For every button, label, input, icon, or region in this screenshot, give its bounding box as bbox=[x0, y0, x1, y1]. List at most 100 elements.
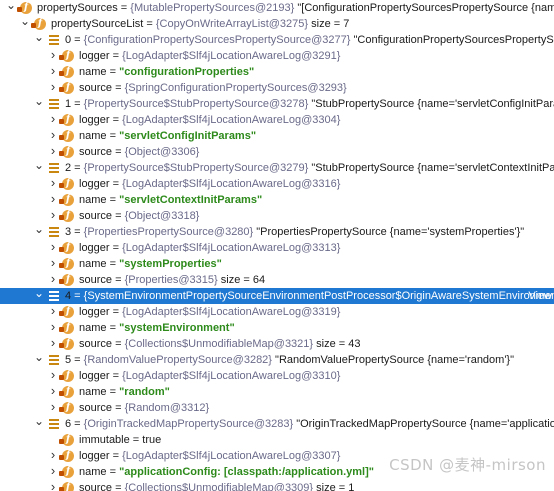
field-icon bbox=[59, 384, 74, 400]
tree-row[interactable]: ⌄ 6 = {OriginTrackedMapPropertySource@328… bbox=[0, 413, 554, 432]
tree-row[interactable]: › source = {Properties@3315} size = 64 bbox=[0, 271, 554, 288]
tree-row[interactable]: › logger = {LogAdapter$Slf4jLocationAware… bbox=[0, 175, 554, 192]
tree-row[interactable]: › name = "configurationProperties" bbox=[0, 63, 554, 80]
expand-arrow-icon[interactable]: › bbox=[48, 143, 58, 159]
tree-row[interactable]: ⌄ 5 = {RandomValuePropertySource@3282} "R… bbox=[0, 349, 554, 368]
value-description: "RandomValuePropertySource {name='random… bbox=[271, 354, 515, 366]
tree-row[interactable]: › name = "servletConfigInitParams" bbox=[0, 127, 554, 144]
view-link[interactable]: View bbox=[528, 288, 552, 304]
expand-arrow-icon[interactable]: › bbox=[48, 47, 58, 63]
tree-row[interactable]: ⌄ 1 = {PropertySource$StubPropertySource@… bbox=[0, 93, 554, 112]
equals-sign: = bbox=[117, 2, 131, 14]
equals-sign: = bbox=[112, 210, 125, 222]
expand-arrow-icon[interactable]: › bbox=[48, 239, 58, 255]
collapse-arrow-icon[interactable]: ⌄ bbox=[20, 13, 30, 29]
tree-row[interactable]: immutable = true bbox=[0, 432, 554, 448]
variables-tree[interactable]: ⌄ propertySources = {MutablePropertySourc… bbox=[0, 0, 554, 491]
expand-arrow-icon[interactable]: › bbox=[48, 191, 58, 207]
tree-row[interactable]: › logger = {LogAdapter$Slf4jLocationAware… bbox=[0, 367, 554, 384]
collapse-arrow-icon[interactable]: ⌄ bbox=[34, 221, 44, 237]
expand-arrow-icon[interactable]: › bbox=[48, 383, 58, 399]
collapse-arrow-icon[interactable]: ⌄ bbox=[34, 285, 44, 301]
value-description: size = 64 bbox=[217, 274, 266, 286]
expand-arrow-icon[interactable]: › bbox=[48, 207, 58, 223]
collapse-arrow-icon[interactable]: ⌄ bbox=[34, 157, 44, 173]
collapse-arrow-icon[interactable]: ⌄ bbox=[6, 0, 16, 13]
variable-name: source bbox=[79, 402, 113, 414]
tree-row[interactable]: › name = "systemEnvironment" bbox=[0, 319, 554, 336]
variable-name: name bbox=[79, 386, 107, 398]
tree-row[interactable]: ⌄ propertySources = {MutablePropertySourc… bbox=[0, 0, 554, 16]
expand-arrow-icon[interactable]: › bbox=[48, 399, 58, 415]
tree-row[interactable]: ⌄ 2 = {PropertySource$StubPropertySource@… bbox=[0, 157, 554, 176]
tree-row[interactable]: › source = {Collections$UnmodifiableMap@3… bbox=[0, 479, 554, 491]
tree-row[interactable]: › source = {Random@3312} bbox=[0, 399, 554, 416]
variable-name: name bbox=[79, 194, 107, 206]
tree-row[interactable]: › logger = {LogAdapter$Slf4jLocationAware… bbox=[0, 47, 554, 64]
tree-row[interactable]: › source = {Object@3318} bbox=[0, 207, 554, 224]
collapse-arrow-icon[interactable]: ⌄ bbox=[34, 93, 44, 109]
expand-arrow-icon[interactable]: › bbox=[48, 111, 58, 127]
tree-row[interactable]: › source = {Object@3306} bbox=[0, 143, 554, 160]
expand-arrow-icon[interactable]: › bbox=[48, 303, 58, 319]
field-icon bbox=[59, 336, 74, 352]
equals-sign: = bbox=[106, 322, 120, 334]
tree-row[interactable]: ⌄ propertySourceList = {CopyOnWriteArrayL… bbox=[0, 13, 554, 32]
value-description: "OriginTrackedMapPropertySource {name='a… bbox=[296, 418, 554, 430]
field-icon bbox=[59, 64, 74, 80]
variable-name: name bbox=[79, 130, 107, 142]
variable-name: logger bbox=[79, 306, 110, 318]
variable-value: {PropertiesPropertySource@3280} bbox=[83, 226, 254, 238]
tree-row[interactable]: › logger = {LogAdapter$Slf4jLocationAware… bbox=[0, 239, 554, 256]
value-description: size = 43 bbox=[313, 338, 361, 350]
tree-row[interactable]: › source = {Collections$UnmodifiableMap@3… bbox=[0, 335, 554, 352]
expand-arrow-icon[interactable]: › bbox=[48, 79, 58, 95]
expand-arrow-icon[interactable]: › bbox=[48, 175, 58, 191]
field-icon bbox=[59, 304, 74, 320]
collapse-arrow-icon[interactable]: ⌄ bbox=[34, 413, 44, 429]
tree-row[interactable]: › name = "systemProperties" bbox=[0, 255, 554, 272]
field-icon bbox=[59, 256, 74, 272]
variable-name: immutable bbox=[79, 434, 130, 446]
tree-row[interactable]: › name = "random" bbox=[0, 383, 554, 400]
equals-sign: = bbox=[112, 482, 125, 491]
expand-arrow-icon[interactable]: › bbox=[48, 479, 58, 491]
variable-value: {SystemEnvironmentPropertySourceEnvironm… bbox=[83, 290, 554, 302]
tree-row[interactable]: ⌄ 3 = {PropertiesPropertySource@3280} "Pr… bbox=[0, 221, 554, 240]
expand-arrow-icon[interactable]: › bbox=[48, 319, 58, 335]
string-value: "configurationProperties" bbox=[119, 66, 255, 78]
row-text: source = {Collections$UnmodifiableMap@33… bbox=[79, 336, 360, 352]
variable-name: source bbox=[79, 274, 113, 286]
tree-row[interactable]: ⌄ 0 = {ConfigurationPropertySourcesProper… bbox=[0, 29, 554, 48]
value-description: "StubPropertySource {name='servletContex… bbox=[311, 162, 554, 174]
field-icon bbox=[59, 464, 74, 480]
expand-arrow-icon[interactable]: › bbox=[48, 255, 58, 271]
tree-row[interactable]: › source = {SpringConfigurationPropertySo… bbox=[0, 79, 554, 96]
tree-row[interactable]: › name = "servletContextInitParams" bbox=[0, 191, 554, 208]
expand-arrow-icon[interactable]: › bbox=[48, 367, 58, 383]
variable-value: {Object@3306} bbox=[124, 146, 200, 158]
variable-value: {Collections$UnmodifiableMap@3309} bbox=[124, 482, 314, 491]
collapse-arrow-icon[interactable]: ⌄ bbox=[34, 29, 44, 45]
field-icon bbox=[59, 208, 74, 224]
row-text: source = {Properties@3315} size = 64 bbox=[79, 272, 265, 288]
tree-row[interactable]: ⌄ 4 = {SystemEnvironmentPropertySourceEnv… bbox=[0, 285, 554, 304]
variable-value: {CopyOnWriteArrayList@3275} bbox=[155, 18, 309, 30]
expand-arrow-icon[interactable]: › bbox=[48, 63, 58, 79]
variable-value: {Collections$UnmodifiableMap@3321} bbox=[124, 338, 314, 350]
collapse-arrow-icon[interactable]: ⌄ bbox=[34, 349, 44, 365]
expand-arrow-icon[interactable]: › bbox=[48, 271, 58, 287]
expand-arrow-icon[interactable]: › bbox=[48, 463, 58, 479]
row-text: source = {Object@3306} bbox=[79, 144, 199, 160]
string-value: "applicationConfig: [classpath:/applicat… bbox=[119, 466, 374, 478]
equals-sign: = bbox=[109, 370, 123, 382]
expand-arrow-icon[interactable]: › bbox=[48, 127, 58, 143]
tree-row[interactable]: › logger = {LogAdapter$Slf4jLocationAware… bbox=[0, 111, 554, 128]
tree-row[interactable]: › logger = {LogAdapter$Slf4jLocationAware… bbox=[0, 303, 554, 320]
field-icon bbox=[59, 112, 74, 128]
expand-arrow-icon[interactable]: › bbox=[48, 335, 58, 351]
expand-arrow-icon[interactable]: › bbox=[48, 447, 58, 463]
value-description: "StubPropertySource {name='servletConfig… bbox=[311, 98, 554, 110]
field-icon bbox=[59, 272, 74, 288]
row-text: logger = {LogAdapter$Slf4jLocationAwareL… bbox=[79, 448, 340, 464]
